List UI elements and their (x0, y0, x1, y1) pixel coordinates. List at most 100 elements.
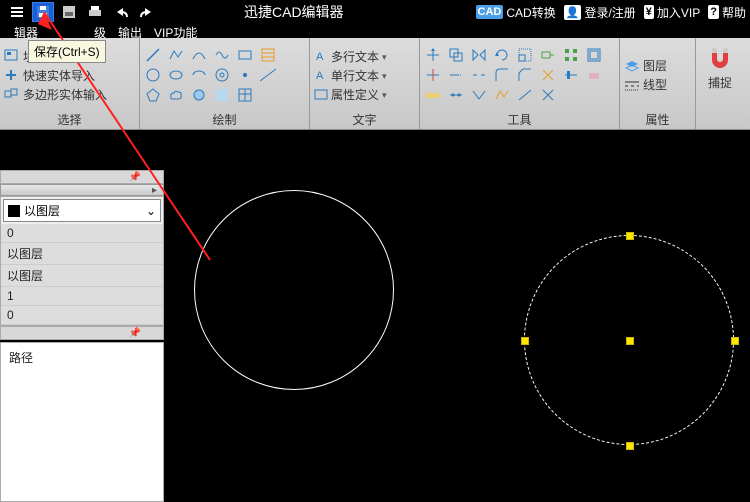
list-item[interactable]: 以图层 (1, 265, 163, 287)
grip-center[interactable] (626, 337, 634, 345)
attr-icon (314, 87, 328, 101)
save-button[interactable] (32, 2, 54, 22)
login-button[interactable]: 👤登录/注册 (560, 4, 640, 21)
pane-handle[interactable] (0, 184, 164, 196)
ribbon-group-draw: 绘制 (140, 38, 310, 129)
question-icon: ? (708, 5, 719, 19)
stretch-icon[interactable] (539, 46, 557, 64)
polyline-icon[interactable] (167, 46, 185, 64)
magnet-icon (706, 44, 734, 72)
arc-icon[interactable] (190, 46, 208, 64)
list-item[interactable]: 0 (1, 224, 163, 243)
table-icon[interactable] (236, 86, 254, 104)
svg-text:A: A (316, 51, 324, 63)
edit-pline-icon[interactable] (493, 86, 511, 104)
rotate-icon[interactable] (493, 46, 511, 64)
mirror-icon[interactable] (470, 46, 488, 64)
titlebar-right: CADCAD转换 👤登录/注册 ¥加入VIP ?帮助 (472, 4, 750, 21)
ribbon: 块编辑器 快速实体导入 多边形实体输入 选择 (0, 38, 750, 130)
cad-convert-button[interactable]: CADCAD转换 (472, 4, 560, 21)
attribute-def-button[interactable]: 属性定义 (314, 85, 415, 104)
divide-icon[interactable] (447, 86, 465, 104)
color-swatch (8, 205, 20, 217)
group-label-select: 选择 (4, 110, 135, 129)
spline-icon[interactable] (213, 46, 231, 64)
singleline-text-button[interactable]: A单行文本 (314, 66, 415, 85)
multiline-text-button[interactable]: A多行文本 (314, 47, 415, 66)
print-icon[interactable] (84, 2, 106, 22)
polygon-input-button[interactable]: 多边形实体输入 (4, 85, 135, 104)
group-label-text: 文字 (314, 110, 415, 129)
polygon-tool-icon[interactable] (144, 86, 162, 104)
panel-pin-1[interactable] (0, 170, 164, 184)
group-label-tools: 工具 (424, 110, 615, 129)
list-item[interactable]: 以图层 (1, 243, 163, 265)
rect-icon[interactable] (236, 46, 254, 64)
region-icon[interactable] (213, 86, 231, 104)
yen-icon: ¥ (644, 5, 654, 19)
measure-icon[interactable] (424, 86, 442, 104)
x-icon[interactable] (539, 86, 557, 104)
ellipse-arc-icon[interactable] (190, 66, 208, 84)
grip-left[interactable] (521, 337, 529, 345)
path-box[interactable]: 路径 (0, 342, 164, 502)
trim-icon[interactable] (424, 66, 442, 84)
chevron-down-icon: ⌄ (146, 204, 156, 218)
erase-icon[interactable] (585, 66, 603, 84)
fillet-icon[interactable] (493, 66, 511, 84)
ellipse-icon[interactable] (167, 66, 185, 84)
list-item[interactable]: 0 (1, 306, 163, 325)
move-icon[interactable] (424, 46, 442, 64)
ribbon-group-tools: 工具 (420, 38, 620, 129)
cad-badge-icon: CAD (476, 5, 504, 19)
drawing-canvas[interactable] (164, 130, 750, 502)
array-icon[interactable] (562, 46, 580, 64)
menu-icon[interactable] (6, 2, 28, 22)
list-item[interactable]: 1 (1, 287, 163, 306)
panel-pin-2[interactable] (0, 326, 164, 340)
circle-entity[interactable] (194, 190, 394, 390)
offset-icon[interactable] (585, 46, 603, 64)
cloud-icon[interactable] (167, 86, 185, 104)
selected-circle-entity[interactable] (524, 235, 734, 445)
xline-icon[interactable] (259, 66, 277, 84)
scale-icon[interactable] (516, 46, 534, 64)
copy-icon[interactable] (447, 46, 465, 64)
ribbon-group-props: 图层 线型 属性 (620, 38, 696, 129)
undo-icon[interactable] (110, 2, 132, 22)
layer-button[interactable]: 图层 (624, 56, 691, 75)
main-area: 以图层 ⌄ 0 以图层 以图层 1 0 路径 (0, 130, 750, 502)
align-icon[interactable] (562, 66, 580, 84)
grip-bottom[interactable] (626, 442, 634, 450)
linetype-button[interactable]: 线型 (624, 75, 691, 94)
saveas-icon[interactable] (58, 2, 80, 22)
layer-listbox: 以图层 ⌄ 0 以图层 以图层 1 0 (0, 196, 164, 326)
line-icon[interactable] (144, 46, 162, 64)
grip-right[interactable] (731, 337, 739, 345)
point-icon[interactable] (236, 66, 254, 84)
grip-top[interactable] (626, 232, 634, 240)
vip-button[interactable]: ¥加入VIP (640, 4, 704, 21)
properties-pane: 以图层 ⌄ 0 以图层 以图层 1 0 (0, 184, 164, 326)
ring-icon[interactable] (190, 86, 208, 104)
explode-icon[interactable] (539, 66, 557, 84)
ribbon-tabs: 辑器 级 输出 VIP功能 (0, 24, 750, 38)
hatch-icon[interactable] (259, 46, 277, 64)
join-icon[interactable] (470, 86, 488, 104)
lengthen-icon[interactable] (516, 86, 534, 104)
side-panel: 以图层 ⌄ 0 以图层 以图层 1 0 路径 (0, 130, 164, 502)
break-icon[interactable] (470, 66, 488, 84)
snap-button[interactable]: 捕捉 (700, 40, 740, 95)
extend-icon[interactable] (447, 66, 465, 84)
ribbon-group-text: A多行文本 A单行文本 属性定义 文字 (310, 38, 420, 129)
app-title: 迅捷CAD编辑器 (224, 2, 364, 22)
quick-import-button[interactable]: 快速实体导入 (4, 66, 135, 85)
donut-icon[interactable] (213, 66, 231, 84)
chamfer-icon[interactable] (516, 66, 534, 84)
layer-select[interactable]: 以图层 ⌄ (3, 199, 161, 222)
text-icon: A (314, 68, 328, 82)
circle-icon[interactable] (144, 66, 162, 84)
polygon-icon (4, 87, 20, 101)
help-button[interactable]: ?帮助 (704, 4, 750, 21)
redo-icon[interactable] (136, 2, 158, 22)
